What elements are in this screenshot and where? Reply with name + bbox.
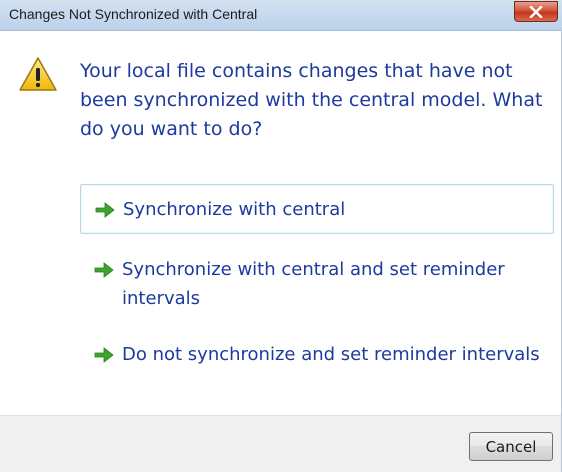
close-icon — [529, 5, 543, 18]
green-arrow-icon — [94, 347, 114, 363]
green-arrow-icon — [94, 262, 114, 278]
green-arrow-icon — [95, 202, 115, 218]
close-button[interactable] — [514, 1, 558, 22]
command-link-label: Do not synchronize and set reminder inte… — [122, 344, 540, 365]
dialog-footer: Cancel — [0, 415, 561, 472]
main-instruction: Your local file contains changes that ha… — [80, 60, 543, 140]
sync-dialog: Changes Not Synchronized with Central Yo… — [0, 0, 562, 472]
command-link-sync[interactable]: Synchronize with central — [80, 184, 554, 234]
command-link-sync-set-reminder[interactable]: Synchronize with central and set reminde… — [80, 255, 554, 313]
warning-icon — [19, 57, 57, 91]
cancel-button[interactable]: Cancel — [469, 432, 553, 461]
command-link-label: Synchronize with central and set reminde… — [122, 259, 505, 309]
title-bar[interactable]: Changes Not Synchronized with Central — [0, 0, 562, 31]
window-title: Changes Not Synchronized with Central — [9, 6, 258, 22]
dialog-content: Your local file contains changes that ha… — [0, 31, 561, 415]
command-link-no-sync-set-reminder[interactable]: Do not synchronize and set reminder inte… — [80, 340, 554, 369]
command-link-label: Synchronize with central — [123, 199, 346, 220]
